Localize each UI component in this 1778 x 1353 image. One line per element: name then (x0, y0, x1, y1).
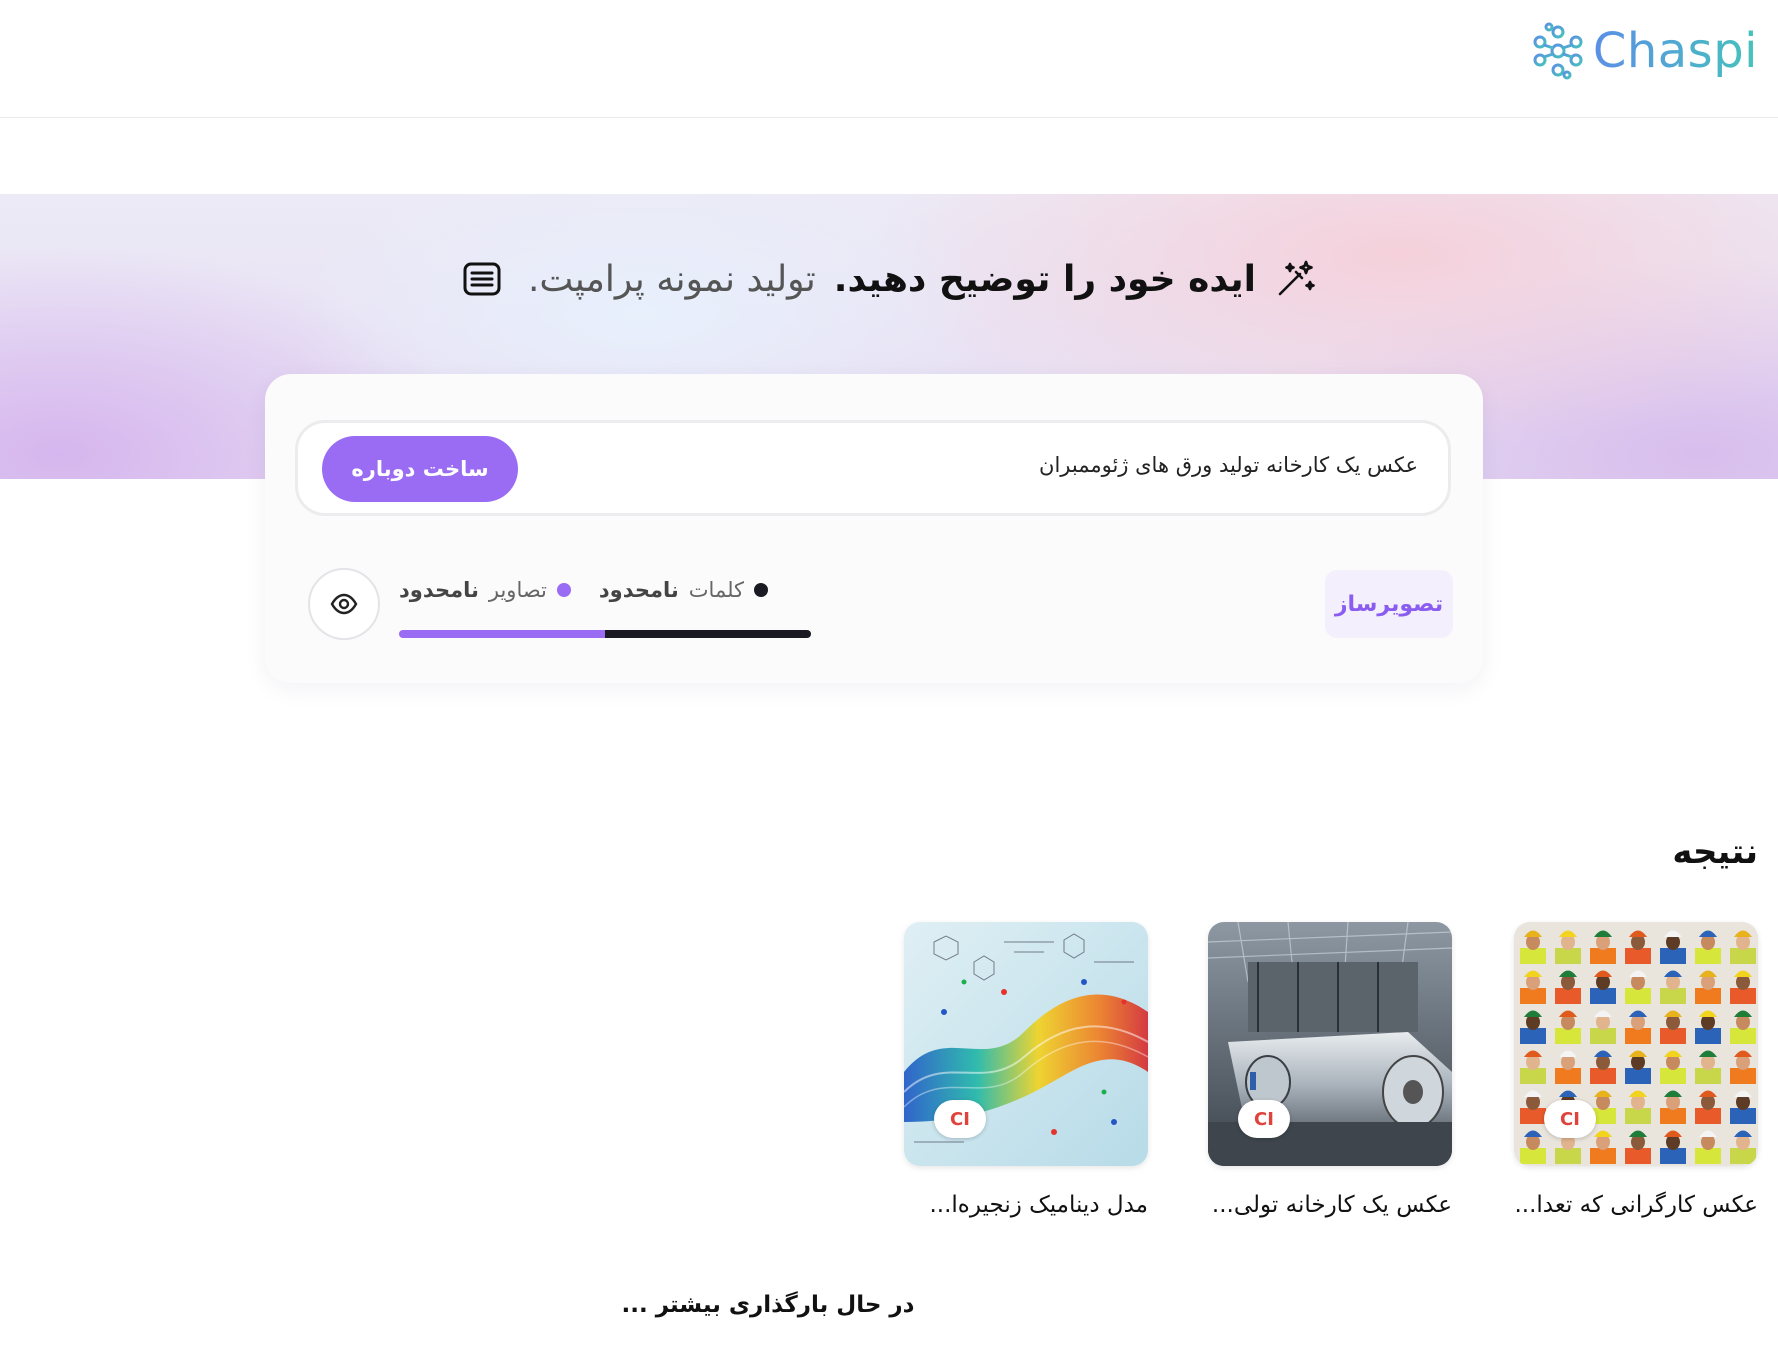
logo-text: Chaspi (1592, 23, 1758, 79)
result-thumbnail-factory[interactable]: CI (1208, 922, 1452, 1166)
preview-button[interactable] (308, 568, 380, 640)
quota-images: تصاویر نامحدود (399, 578, 571, 602)
words-label: کلمات (688, 578, 745, 602)
rebuild-button[interactable]: ساخت دوباره (322, 436, 518, 502)
images-value: نامحدود (399, 578, 479, 602)
logo[interactable]: Chaspi (1529, 22, 1758, 80)
document-list-icon[interactable] (462, 259, 502, 299)
images-label: تصاویر (488, 578, 547, 602)
hero-title-sub: تولید نمونه پرامپت. (527, 258, 816, 300)
prompt-input-text[interactable]: عکس یک کارخانه تولید ورق های ژئوممبران (1039, 453, 1418, 477)
quota-info: کلمات نامحدود تصاویر نامحدود (399, 570, 811, 610)
images-dot (556, 583, 571, 597)
result-caption[interactable]: مدل دینامیک زنجیره‌ا... (904, 1192, 1148, 1218)
words-value: نامحدود (598, 578, 679, 602)
loading-more-text: در حال بارگذاری بیشتر ... (621, 1292, 915, 1318)
ci-badge[interactable]: CI (934, 1100, 986, 1138)
hero-title-main: ایده خود را توضیح دهید. (833, 258, 1257, 300)
ci-badge[interactable]: CI (1544, 1100, 1596, 1138)
quota-progress-bar (399, 630, 811, 638)
prompt-input-box[interactable]: عکس یک کارخانه تولید ورق های ژئوممبران س… (295, 420, 1451, 516)
top-header: Chaspi (0, 0, 1778, 118)
words-dot (754, 583, 769, 597)
result-thumbnail-workers[interactable]: CI (1514, 922, 1758, 1166)
magic-wand-icon (1278, 260, 1315, 296)
logo-molecule-icon (1533, 22, 1583, 80)
result-caption[interactable]: عکس یک کارخانه تولی... (1208, 1192, 1452, 1218)
hero-title: ایده خود را توضیح دهید. تولید نمونه پرام… (0, 258, 1778, 300)
result-caption[interactable]: عکس کارگرانی که تعدا... (1514, 1192, 1758, 1218)
result-card[interactable]: CI عکس یک کارخانه تولی... (1208, 922, 1452, 1218)
tool-tag-image-generator[interactable]: تصویرساز (1325, 570, 1453, 638)
result-thumbnail-chain-model[interactable]: CI (904, 922, 1148, 1166)
result-card[interactable]: CI مدل دینامیک زنجیره‌ا... (904, 922, 1148, 1218)
eye-icon (330, 593, 358, 615)
ci-badge[interactable]: CI (1238, 1100, 1290, 1138)
results-title: نتیجه (1672, 832, 1758, 872)
result-card[interactable]: CI عکس کارگرانی که تعدا... (1514, 922, 1758, 1218)
progress-images-fill (399, 630, 605, 638)
prompt-card: عکس یک کارخانه تولید ورق های ژئوممبران س… (265, 374, 1483, 683)
quota-words: کلمات نامحدود (598, 578, 769, 602)
progress-words-fill (605, 630, 811, 638)
